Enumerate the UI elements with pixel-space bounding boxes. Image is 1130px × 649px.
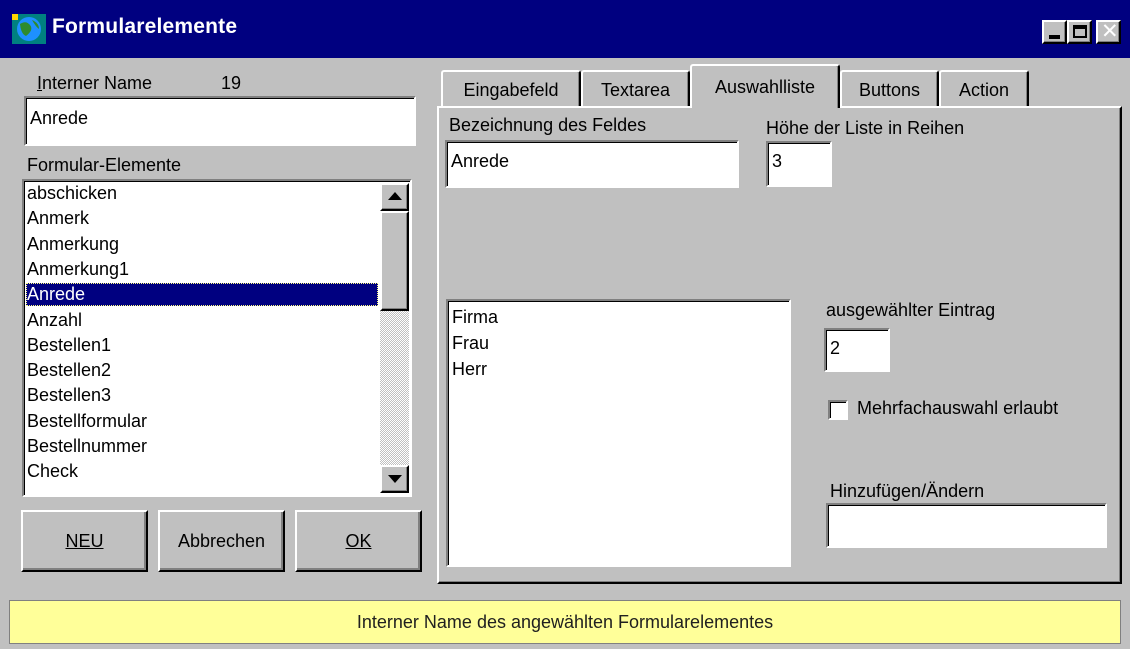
- internal-name-value: Anrede: [30, 108, 89, 128]
- arrow-down-icon: [388, 475, 402, 483]
- internal-name-label-rest: nterner Name: [42, 73, 153, 93]
- field-name-input[interactable]: Anrede: [445, 140, 739, 188]
- add-change-input[interactable]: [826, 503, 1107, 548]
- list-height-label: Höhe der Liste in Reihen: [766, 118, 965, 138]
- maximize-button[interactable]: [1067, 20, 1092, 44]
- window-title: Formularelemente: [52, 15, 238, 38]
- ok-button-label: OK: [345, 530, 372, 551]
- list-item[interactable]: abschicken: [26, 182, 378, 205]
- globe-app-icon: [12, 14, 46, 44]
- multiselect-label[interactable]: Mehrfachauswahl erlaubt: [857, 398, 1058, 419]
- list-height-value: 3: [772, 151, 783, 171]
- list-item[interactable]: Check: [26, 460, 378, 483]
- options-list[interactable]: Firma Frau Herr: [446, 299, 791, 567]
- status-bar: Interner Name des angewählten Formularel…: [9, 600, 1121, 644]
- list-item[interactable]: Bestellen2: [26, 359, 378, 382]
- cancel-button[interactable]: Abbrechen: [158, 510, 285, 572]
- selected-entry-value: 2: [830, 338, 841, 358]
- cancel-button-label: Abbrechen: [177, 530, 266, 551]
- option-item[interactable]: Firma: [452, 307, 498, 328]
- status-text: Interner Name des angewählten Formularel…: [356, 611, 774, 632]
- formular-elements-label: Formular-Elemente: [27, 155, 182, 175]
- minimize-button[interactable]: [1042, 20, 1067, 44]
- internal-name-count: 19: [221, 73, 242, 93]
- tab-eingabefeld[interactable]: Eingabefeld: [441, 70, 581, 108]
- close-icon: ✕: [1101, 20, 1119, 43]
- scroll-thumb[interactable]: [380, 211, 409, 311]
- option-item[interactable]: Herr: [452, 359, 487, 380]
- title-bar[interactable]: Formularelemente ✕: [0, 0, 1130, 58]
- tab-action[interactable]: Action: [939, 70, 1029, 108]
- multiselect-checkbox[interactable]: [828, 400, 848, 420]
- list-item[interactable]: Anrede: [26, 283, 378, 307]
- tab-textarea[interactable]: Textarea: [581, 70, 690, 108]
- arrow-up-icon: [388, 192, 402, 200]
- list-item[interactable]: Bestellen3: [26, 384, 378, 407]
- option-item[interactable]: Frau: [452, 333, 489, 354]
- field-name-value: Anrede: [451, 151, 510, 171]
- formular-elements-list[interactable]: abschicken Anmerk Anmerkung Anmerkung1 Anred…: [22, 179, 412, 497]
- tab-buttons[interactable]: Buttons: [840, 70, 939, 108]
- list-item[interactable]: Bestellformular: [26, 410, 378, 433]
- list-item[interactable]: Anmerk: [26, 207, 378, 230]
- close-button[interactable]: ✕: [1096, 20, 1121, 44]
- selected-entry-input[interactable]: 2: [824, 328, 890, 372]
- list-item[interactable]: Bestellnummer: [26, 435, 378, 458]
- list-item[interactable]: Anzahl: [26, 309, 378, 332]
- ok-button[interactable]: OK: [295, 510, 422, 572]
- list-item[interactable]: Bestellen1: [26, 334, 378, 357]
- maximize-icon: [1073, 25, 1087, 38]
- internal-name-input[interactable]: Anrede: [24, 96, 416, 146]
- selected-entry-label: ausgewählter Eintrag: [826, 300, 996, 320]
- field-name-label: Bezeichnung des Feldes: [449, 115, 647, 135]
- list-height-input[interactable]: 3: [766, 141, 832, 187]
- add-change-label: Hinzufügen/Ändern: [830, 481, 985, 501]
- scroll-up-button[interactable]: [380, 183, 409, 211]
- tab-auswahlliste[interactable]: Auswahlliste: [690, 64, 840, 108]
- new-button-label: NEU: [65, 530, 104, 551]
- list-item[interactable]: Anmerkung: [26, 233, 378, 256]
- scroll-down-button[interactable]: [380, 465, 409, 493]
- internal-name-label: Interner Name: [37, 73, 153, 93]
- new-button[interactable]: NEU: [21, 510, 148, 572]
- list-item[interactable]: Anmerkung1: [26, 258, 378, 281]
- minimize-icon: [1049, 35, 1060, 39]
- list-scrollbar[interactable]: [380, 183, 409, 493]
